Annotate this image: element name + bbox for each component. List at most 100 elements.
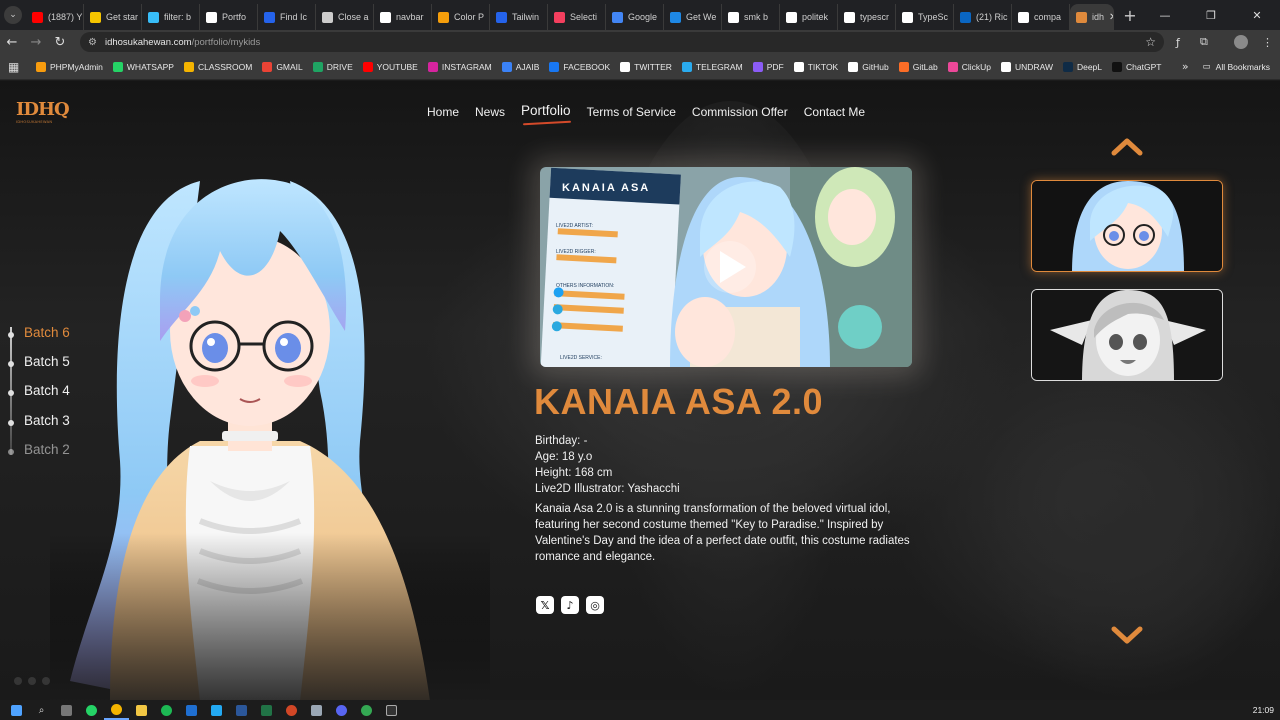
taskbar-excel[interactable] [254, 700, 279, 720]
taskbar-terminal[interactable] [379, 700, 404, 720]
batch-item-5[interactable]: Batch 5 [8, 354, 70, 369]
browser-menu-icon[interactable]: ⋮ [1262, 30, 1273, 54]
bookmark-item[interactable]: TWITTER [620, 61, 672, 72]
carousel-dot[interactable] [14, 677, 22, 685]
browser-tab[interactable]: Get We [664, 4, 722, 30]
bookmark-item[interactable]: PDF [752, 61, 784, 72]
browser-tab[interactable]: smk b [722, 4, 780, 30]
bookmark-item[interactable]: GitHub [848, 61, 889, 72]
taskbar-whatsapp[interactable] [79, 700, 104, 720]
browser-tab[interactable]: (21) Ric [954, 4, 1012, 30]
bookmark-item[interactable]: TELEGRAM [681, 61, 743, 72]
taskbar-discord[interactable] [329, 700, 354, 720]
bookmark-item[interactable]: GitLab [898, 61, 938, 72]
reload-button[interactable]: ↻ [48, 35, 72, 50]
browser-tab[interactable]: Get star [84, 4, 142, 30]
taskbar-chrome[interactable] [104, 700, 129, 720]
task-view-button[interactable] [54, 700, 79, 720]
bookmark-item[interactable]: YOUTUBE [362, 61, 418, 72]
batch-item-6[interactable]: Batch 6 [8, 325, 70, 340]
bookmark-item[interactable]: CLASSROOM [183, 61, 252, 72]
browser-tab[interactable]: Selecti [548, 4, 606, 30]
profile-avatar[interactable] [1234, 30, 1248, 54]
browser-tab[interactable]: politek [780, 4, 838, 30]
x-twitter-icon[interactable]: 𝕏 [536, 596, 554, 614]
maximize-button[interactable]: ❐ [1188, 0, 1234, 30]
tab-label: (1887) Y [48, 12, 83, 22]
minimize-button[interactable]: — [1142, 0, 1188, 30]
taskbar-powerpoint[interactable] [279, 700, 304, 720]
taskbar-edge[interactable] [179, 700, 204, 720]
tab-search-button[interactable]: ⌄ [0, 0, 26, 30]
browser-tab[interactable]: typescr [838, 4, 896, 30]
bookmark-item[interactable]: PHPMyAdmin [36, 61, 103, 72]
batch-item-3[interactable]: Batch 3 [8, 413, 70, 428]
batch-item-2[interactable]: Batch 2 [8, 442, 70, 457]
taskbar-app[interactable] [304, 700, 329, 720]
bookmark-item[interactable]: UNDRAW [1001, 61, 1053, 72]
browser-tab[interactable]: Portfo [200, 4, 258, 30]
bookmark-item[interactable]: ClickUp [947, 61, 991, 72]
new-tab-button[interactable]: + [1118, 6, 1142, 25]
carousel-dot[interactable] [42, 677, 50, 685]
browser-tab[interactable]: Google [606, 4, 664, 30]
nav-home[interactable]: Home [427, 105, 459, 120]
close-window-button[interactable]: ✕ [1234, 0, 1280, 30]
site-settings-icon[interactable]: ⚙ [88, 37, 97, 48]
carousel-dot[interactable] [28, 677, 36, 685]
browser-tab[interactable]: Close a [316, 4, 374, 30]
close-tab-icon[interactable]: ✕ [1109, 12, 1113, 23]
nav-contact-me[interactable]: Contact Me [804, 105, 865, 120]
forward-button[interactable]: → [24, 35, 48, 50]
bookmark-item[interactable]: GMAIL [262, 61, 303, 72]
search-button[interactable]: ⌕ [29, 700, 54, 720]
taskbar-vscode[interactable] [204, 700, 229, 720]
nav-news[interactable]: News [475, 105, 505, 120]
browser-tab[interactable]: Find Ic [258, 4, 316, 30]
browser-tab[interactable]: filter: b [142, 4, 200, 30]
browser-tab[interactable]: Color P [432, 4, 490, 30]
nav-commission-offer[interactable]: Commission Offer [692, 105, 788, 120]
nav-portfolio[interactable]: Portfolio [521, 103, 571, 118]
bookmark-item[interactable]: ChatGPT [1112, 61, 1161, 72]
batch-item-4[interactable]: Batch 4 [8, 383, 70, 398]
bookmark-item[interactable]: INSTAGRAM [427, 61, 492, 72]
chevron-up-icon[interactable] [1111, 137, 1143, 157]
tiktok-icon[interactable]: ♪ [561, 596, 579, 614]
bookmark-item[interactable]: WHATSAPP [112, 61, 174, 72]
bookmark-item[interactable]: AJAIB [501, 61, 539, 72]
start-button[interactable] [4, 700, 29, 720]
browser-tab[interactable]: navbar [374, 4, 432, 30]
bookmark-star-icon[interactable]: ☆ [1145, 35, 1156, 49]
powerpoint-icon [286, 704, 297, 716]
apps-grid-icon[interactable]: ▦ [8, 60, 36, 74]
taskbar-file-explorer[interactable] [129, 700, 154, 720]
bookmark-item[interactable]: TIKTOK [793, 61, 838, 72]
more-bookmarks-button[interactable]: » [1182, 60, 1189, 73]
site-logo[interactable]: IDHQ IDHOSUKAHEWAN [16, 99, 70, 131]
all-bookmarks-button[interactable]: ▭ All Bookmarks [1203, 61, 1270, 72]
showcase-video[interactable]: KANAIA ASA LIVE2D ARTIST: LIVE2D RIGGER:… [540, 167, 912, 367]
bookmark-item[interactable]: DRIVE [312, 61, 353, 72]
instagram-icon[interactable]: ◎ [586, 596, 604, 614]
bookmark-favicon-icon [947, 61, 958, 72]
taskbar-word[interactable] [229, 700, 254, 720]
extensions-puzzle-icon[interactable]: ⧉ [1200, 30, 1208, 54]
thumbnail-kanaia-asa[interactable] [1031, 180, 1223, 272]
browser-tab[interactable]: TypeSc [896, 4, 954, 30]
url-input[interactable]: ⚙ idhosukahewan.com/portfolio/mykids ☆ [80, 32, 1164, 52]
back-button[interactable]: ← [0, 35, 24, 50]
bookmark-item[interactable]: FACEBOOK [549, 61, 610, 72]
nav-terms-of-service[interactable]: Terms of Service [587, 105, 676, 120]
browser-tab[interactable]: Tailwin [490, 4, 548, 30]
bookmark-item[interactable]: DeepL [1062, 61, 1102, 72]
browser-tab[interactable]: (1887) Y [26, 4, 84, 30]
browser-tab[interactable]: compa [1012, 4, 1070, 30]
taskbar-spotify[interactable] [154, 700, 179, 720]
bookmark-favicon-icon [36, 61, 46, 72]
browser-tab[interactable]: idh ✕ [1070, 4, 1114, 30]
chevron-down-icon[interactable] [1111, 625, 1143, 645]
thumbnail-batch-character-2[interactable] [1031, 289, 1223, 381]
taskbar-chrome-2[interactable] [354, 700, 379, 720]
function-extension-icon[interactable]: ƒ [1176, 30, 1180, 54]
